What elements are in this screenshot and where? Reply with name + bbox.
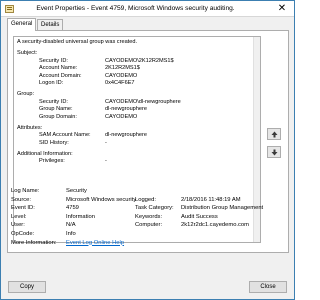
section-header-attributes: Attributes: — [17, 124, 43, 131]
section-header-subject: Subject: — [17, 50, 38, 57]
desc-label: Account Name: — [39, 65, 78, 72]
copy-button[interactable]: Copy — [8, 281, 46, 293]
opcode-value[interactable]: Info — [66, 230, 76, 239]
detail-row: More Information: Event Log Online Help — [11, 239, 291, 248]
detail-row: OpCode: Info — [11, 230, 291, 239]
desc-label: SID History: — [39, 139, 69, 146]
detail-row: User: N/A Computer: 2k12r2dc1.cayedemo.c… — [11, 221, 291, 230]
event-log-online-help-link[interactable]: Event Log Online Help — [66, 239, 124, 248]
desc-value: - — [105, 158, 107, 165]
desc-row: Group Name: dl-newgrouphere — [17, 106, 257, 113]
desc-value: dl-newgrouphere — [105, 132, 147, 139]
desc-label: Logon ID: — [39, 79, 64, 86]
event-properties-window: Event Properties - Event 4759, Microsoft… — [0, 0, 295, 300]
level-value[interactable]: Information — [66, 213, 95, 222]
desc-label: Group Domain: — [39, 113, 77, 120]
desc-label: Account Domain: — [39, 72, 82, 79]
computer-label: Computer: — [135, 222, 163, 229]
level-label: Level: — [11, 213, 27, 220]
detail-row: Log Name: Security — [11, 187, 291, 196]
event-details-grid: Log Name: Security Source: Microsoft Win… — [11, 187, 291, 247]
log-name-label: Log Name: — [11, 188, 40, 194]
desc-row: SID History: - — [17, 140, 257, 147]
desc-value: CAYODEMO — [105, 113, 138, 120]
opcode-label: OpCode: — [11, 230, 35, 237]
event-summary: A security-disabled universal group was … — [17, 39, 138, 45]
close-button[interactable]: Close — [249, 281, 287, 293]
title-bar[interactable]: Event Properties - Event 4759, Microsoft… — [1, 1, 294, 17]
desc-value: 2K12R2MS1$ — [105, 65, 140, 72]
desc-row: Security ID: CAYODEMO\dl-newgrouphere — [17, 99, 257, 106]
desc-value: CAYODEMO\dl-newgrouphere — [105, 98, 181, 105]
desc-value: CAYODEMO\2K12R2MS1$ — [105, 57, 174, 64]
logged-value[interactable]: 2/18/2016 11:48:19 AM — [181, 196, 241, 205]
desc-label: Privileges: — [39, 158, 65, 165]
window-title: Event Properties - Event 4759, Microsoft… — [36, 5, 235, 12]
more-information-label: More Information: — [11, 239, 57, 246]
desc-label: Security ID: — [39, 98, 68, 105]
log-name-value[interactable]: Security — [66, 187, 87, 196]
desc-row: Security ID: CAYODEMO\2K12R2MS1$ — [17, 58, 257, 65]
detail-row: Level: Information Keywords: Audit Succe… — [11, 213, 291, 222]
task-category-value[interactable]: Distribution Group Management — [181, 204, 263, 213]
source-value[interactable]: Microsoft Windows security — [66, 196, 136, 205]
desc-value: 0x4C4F6E7 — [105, 79, 135, 86]
source-label: Source: — [11, 196, 31, 203]
tab-general[interactable]: General — [7, 18, 37, 31]
user-label: User: — [11, 222, 25, 229]
section-header-additional-information: Additional Information: — [17, 151, 73, 158]
section-header-group: Group: — [17, 91, 35, 98]
desc-label: Security ID: — [39, 57, 68, 64]
next-event-button[interactable] — [267, 146, 281, 158]
event-id-label: Event ID: — [11, 205, 35, 212]
desc-row: SAM Account Name: dl-newgrouphere — [17, 132, 257, 139]
desc-value: dl-newgrouphere — [105, 106, 147, 113]
desc-row: Privileges: - — [17, 158, 257, 165]
task-category-label: Task Category: — [135, 205, 174, 212]
detail-row: Event ID: 4759 Task Category: Distributi… — [11, 204, 291, 213]
logged-label: Logged: — [135, 196, 156, 203]
desc-row: Logon ID: 0x4C4F6E7 — [17, 80, 257, 87]
user-value[interactable]: N/A — [66, 221, 76, 230]
keywords-value[interactable]: Audit Success — [181, 213, 218, 222]
previous-event-button[interactable] — [267, 128, 281, 140]
desc-row: Account Domain: CAYODEMO — [17, 73, 257, 80]
desc-value: CAYODEMO — [105, 72, 138, 79]
arrow-up-icon — [268, 131, 280, 138]
event-id-value[interactable]: 4759 — [66, 204, 79, 213]
arrow-down-icon — [268, 149, 280, 156]
desc-value: - — [105, 139, 107, 146]
desc-row: Group Domain: CAYODEMO — [17, 114, 257, 121]
keywords-label: Keywords: — [135, 213, 163, 220]
detail-row: Source: Microsoft Windows security Logge… — [11, 196, 291, 205]
desc-label: SAM Account Name: — [39, 132, 91, 139]
desc-row: Account Name: 2K12R2MS1$ — [17, 65, 257, 72]
desc-label: Group Name: — [39, 106, 73, 113]
close-window-button[interactable]: ✕ — [273, 3, 291, 15]
computer-value[interactable]: 2k12r2dc1.cayedemo.com — [181, 221, 249, 230]
